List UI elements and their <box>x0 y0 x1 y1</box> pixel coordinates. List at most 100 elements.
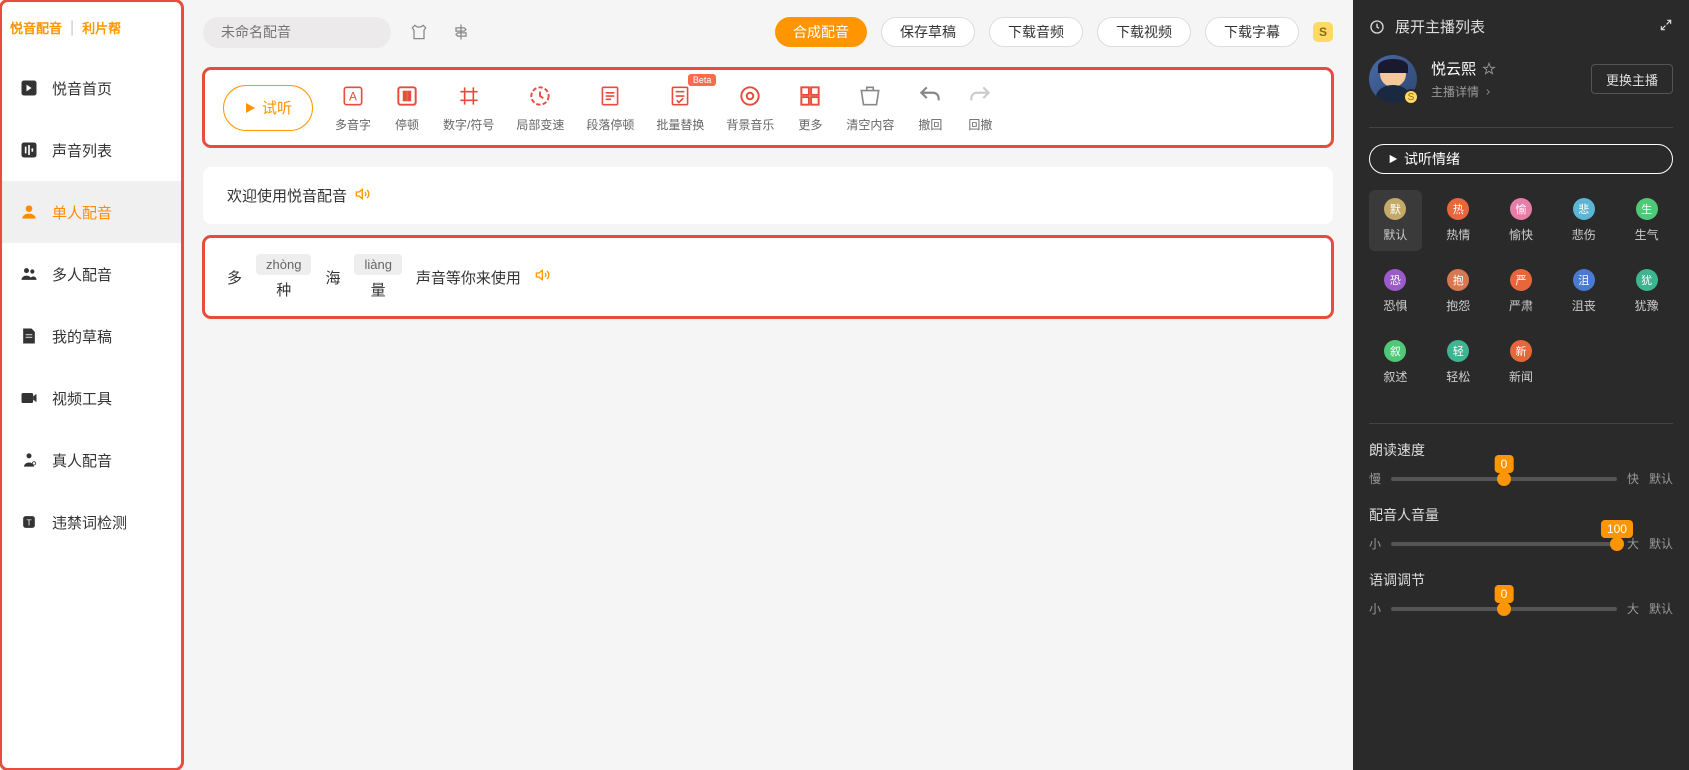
svg-text:A: A <box>349 89 357 103</box>
emotion-生气[interactable]: 生生气 <box>1620 190 1673 251</box>
tool-number[interactable]: 数字/符号 <box>443 82 494 133</box>
download-video-button[interactable]: 下载视频 <box>1097 17 1191 47</box>
tool-bgm[interactable]: 背景音乐 <box>726 82 774 133</box>
pinyin-2[interactable]: zhòng <box>256 254 311 275</box>
tool-label: 清空内容 <box>846 116 894 133</box>
star-icon[interactable] <box>1482 62 1496 76</box>
clock-icon <box>1369 19 1385 35</box>
emotion-愉快[interactable]: 愉愉快 <box>1495 190 1548 251</box>
tool-speed[interactable]: 局部变速 <box>516 82 564 133</box>
nav-drafts[interactable]: 我的草稿 <box>0 305 183 367</box>
nav-label: 我的草稿 <box>52 326 112 347</box>
shirt-icon[interactable] <box>405 18 433 46</box>
emotion-抱怨[interactable]: 抱抱怨 <box>1432 261 1485 322</box>
tool-label: 段落停顿 <box>586 116 634 133</box>
pinyin-4[interactable]: liàng <box>354 254 401 275</box>
nav-video-icon <box>18 387 40 409</box>
emotion-label: 默认 <box>1383 226 1407 243</box>
nav-banned[interactable]: T 违禁词检测 <box>0 491 183 553</box>
slider-value: 0 <box>1495 455 1514 473</box>
nav-drafts-icon <box>18 325 40 347</box>
nav-human[interactable]: 真人配音 <box>0 429 183 491</box>
nav-multi-dub[interactable]: 多人配音 <box>0 243 183 305</box>
emotion-label: 悲伤 <box>1572 226 1596 243</box>
emotion-icon: 轻 <box>1447 340 1469 362</box>
emotion-轻松[interactable]: 轻轻松 <box>1432 332 1485 393</box>
nav-video[interactable]: 视频工具 <box>0 367 183 429</box>
sound-icon[interactable] <box>355 186 371 206</box>
slider-thumb[interactable] <box>1497 602 1511 616</box>
nav-voice-list[interactable]: 声音列表 <box>0 119 183 181</box>
signpost-icon[interactable] <box>447 18 475 46</box>
sound-icon[interactable] <box>535 267 551 287</box>
download-subtitle-button[interactable]: 下载字幕 <box>1205 17 1299 47</box>
emotion-沮丧[interactable]: 沮沮丧 <box>1557 261 1610 322</box>
emotion-icon: 犹 <box>1636 269 1658 291</box>
tool-label: 停顿 <box>395 116 419 133</box>
emotion-热情[interactable]: 热热情 <box>1432 190 1485 251</box>
slider-track[interactable]: 0 <box>1391 607 1617 611</box>
tool-number-icon <box>455 82 483 110</box>
emotion-listen-button[interactable]: 试听情绪 <box>1369 144 1673 174</box>
slider-thumb[interactable] <box>1610 537 1624 551</box>
nav-label: 违禁词检测 <box>52 512 127 533</box>
tool-undo[interactable]: 撤回 <box>916 82 944 133</box>
svg-text:T: T <box>26 517 31 527</box>
anchor-sub[interactable]: 主播详情 <box>1431 83 1496 100</box>
char-4: 量 <box>371 279 386 300</box>
expand-icon[interactable] <box>1659 18 1673 36</box>
slider-track[interactable]: 0 <box>1391 477 1617 481</box>
slider-value: 0 <box>1495 585 1514 603</box>
slider-default[interactable]: 默认 <box>1649 470 1673 487</box>
slider-track[interactable]: 100 <box>1391 542 1617 546</box>
tool-label: 数字/符号 <box>443 116 494 133</box>
emotion-犹豫[interactable]: 犹犹豫 <box>1620 261 1673 322</box>
title-input[interactable] <box>203 17 391 48</box>
rest-text: 声音等你来使用 <box>416 267 521 288</box>
emotion-叙述[interactable]: 叙叙述 <box>1369 332 1422 393</box>
emotion-恐惧[interactable]: 恐恐惧 <box>1369 261 1422 322</box>
nav-home[interactable]: 悦音首页 <box>0 57 183 119</box>
tool-undo-icon <box>916 82 944 110</box>
slider-title: 语调调节 <box>1369 570 1673 590</box>
slider-1: 配音人音量小100大默认 <box>1369 505 1673 552</box>
emotion-悲伤[interactable]: 悲悲伤 <box>1557 190 1610 251</box>
toolbar: 试听 A多音字停顿 数字/符号 局部变速段落停顿 Beta批量替换背景音乐更多清空内容… <box>203 68 1333 147</box>
nav-label: 真人配音 <box>52 450 112 471</box>
emotion-icon: 热 <box>1447 198 1469 220</box>
welcome-row: 欢迎使用悦音配音 <box>203 167 1333 224</box>
slider-thumb[interactable] <box>1497 472 1511 486</box>
change-anchor-button[interactable]: 更换主播 <box>1591 64 1673 94</box>
nav-single-dub-icon <box>18 201 40 223</box>
slider-default[interactable]: 默认 <box>1649 535 1673 552</box>
tool-more-icon <box>796 82 824 110</box>
tool-para-pause[interactable]: 段落停顿 <box>586 82 634 133</box>
emotion-默认[interactable]: 默默认 <box>1369 190 1422 251</box>
welcome-text: 欢迎使用悦音配音 <box>227 185 347 206</box>
save-button[interactable]: 保存草稿 <box>881 17 975 47</box>
tool-pause[interactable]: 停顿 <box>393 82 421 133</box>
nav-home-icon <box>18 77 40 99</box>
listen-button[interactable]: 试听 <box>223 85 313 131</box>
tool-replace[interactable]: Beta批量替换 <box>656 82 704 133</box>
emotion-icon: 生 <box>1636 198 1658 220</box>
pinyin-row: 多 zhòng 种 海 liàng 量 声音等你来使用 <box>203 236 1333 318</box>
emotion-label: 热情 <box>1446 226 1470 243</box>
synth-button[interactable]: 合成配音 <box>775 17 867 47</box>
emotion-新闻[interactable]: 新新闻 <box>1495 332 1548 393</box>
tool-redo[interactable]: 回撤 <box>966 82 994 133</box>
tool-more[interactable]: 更多 <box>796 82 824 133</box>
nav-single-dub[interactable]: 单人配音 <box>0 181 183 243</box>
badge-s[interactable]: S <box>1313 22 1333 42</box>
content: 欢迎使用悦音配音 多 zhòng 种 海 liàng 量 声音等你来使用 <box>183 147 1353 770</box>
emotion-icon: 严 <box>1510 269 1532 291</box>
emotion-label: 沮丧 <box>1572 297 1596 314</box>
emotion-严肃[interactable]: 严严肃 <box>1495 261 1548 322</box>
tool-clear[interactable]: 清空内容 <box>846 82 894 133</box>
emotion-label: 生气 <box>1635 226 1659 243</box>
tool-speed-icon <box>526 82 554 110</box>
download-audio-button[interactable]: 下载音频 <box>989 17 1083 47</box>
slider-default[interactable]: 默认 <box>1649 600 1673 617</box>
tool-polyphone[interactable]: A多音字 <box>335 82 371 133</box>
tool-redo-icon <box>966 82 994 110</box>
